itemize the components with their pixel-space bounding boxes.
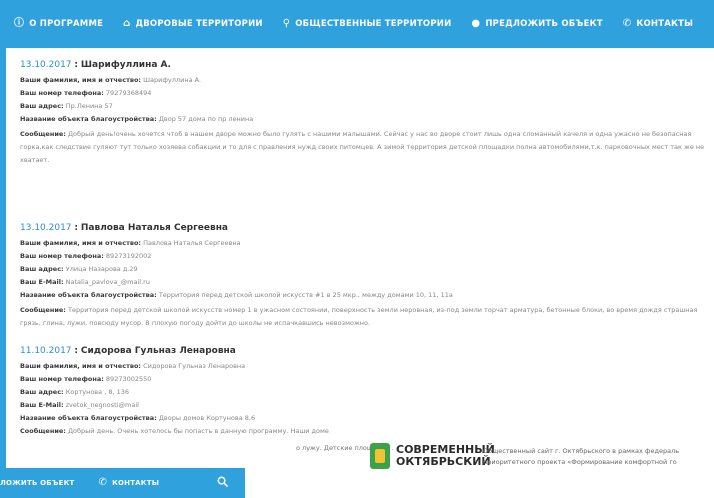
field-value: zvetok_negnosti@mail — [65, 401, 139, 409]
field-message: Сообщение: Территория перед детской школ… — [20, 304, 714, 330]
field-value: Natalia_pavlova_@mail.ru — [65, 278, 150, 286]
top-navigation: ⓘ О ПРОГРАММЕ ⌂ ДВОРОВЫЕ ТЕРРИТОРИИ ⚲ ОБ… — [0, 0, 714, 48]
field-object-name: Название объекта благоустройства: Террит… — [20, 291, 714, 300]
field-object-name: Название объекта благоустройства: Двор 5… — [20, 115, 714, 124]
field-value: 79279368494 — [105, 89, 152, 97]
site-description-line-1: Общественный сайт г. Октябрьского в рамк… — [483, 447, 680, 455]
field-value: Сидорова Гульназ Ленаровна — [143, 362, 246, 370]
field-object-name: Название объекта благоустройства: Дворы … — [20, 414, 714, 423]
field-value: 89273192002 — [105, 252, 152, 260]
entry-title: 13.10.2017 : Шарифуллина А. — [20, 60, 714, 70]
field-value: Территория перед детской школой искусств… — [20, 306, 698, 327]
entry-title: 11.10.2017 : Сидорова Гульназ Ленаровна — [20, 346, 714, 356]
site-logo[interactable]: СОВРЕМЕННЫЙ ОКТЯБРЬСКИЙ — [370, 441, 495, 471]
home-icon: ⌂ — [123, 18, 131, 29]
suggestions-list: 13.10.2017 : Шарифуллина А. Ваши фамилия… — [6, 48, 714, 468]
site-description-line-2: приоритетного проекта «Формирование комф… — [483, 458, 677, 466]
field-label: Сообщение: — [20, 306, 66, 314]
field-value: Территория перед детской школой искусств… — [158, 291, 453, 299]
entry-title: 13.10.2017 : Павлова Наталья Сергеевна — [20, 223, 714, 233]
entry-author: Павлова Наталья Сергеевна — [80, 223, 229, 233]
footer-navigation: ЛОЖИТЬ ОБЪЕКТ ✆ КОНТАКТЫ — [0, 468, 245, 498]
nav-yard-territories[interactable]: ⌂ ДВОРОВЫЕ ТЕРРИТОРИИ — [123, 18, 263, 30]
field-address: Ваш адрес: Кортунова , 8, 136 — [20, 388, 714, 397]
nav-about[interactable]: ⓘ О ПРОГРАММЕ — [14, 18, 104, 30]
logo-line-2: ОКТЯБРЬСКИЙ — [396, 455, 491, 468]
entry-separator: : — [74, 346, 79, 356]
field-label: Ваши фамилия, имя и отчество: — [20, 239, 142, 247]
footer-nav-suggest-object[interactable]: ЛОЖИТЬ ОБЪЕКТ — [0, 479, 74, 487]
nav-public-territories-label: ОБЩЕСТВЕННЫЕ ТЕРРИТОРИИ — [295, 19, 452, 29]
entry-date: 13.10.2017 — [20, 223, 72, 233]
entry-author: Шарифуллина А. — [80, 60, 171, 70]
field-label: Сообщение: — [20, 427, 66, 435]
info-icon: ⓘ — [14, 18, 25, 29]
field-value: Шарифуллина А. — [143, 76, 202, 84]
field-phone: Ваш номер телефона: 89273002550 — [20, 375, 714, 384]
entry-separator: : — [74, 223, 79, 233]
phone-icon: ✆ — [622, 18, 632, 29]
suggestion-entry: 11.10.2017 : Сидорова Гульназ Ленаровна … — [20, 346, 714, 436]
field-full-name: Ваши фамилия, имя и отчество: Сидорова Г… — [20, 362, 714, 371]
site-description: Общественный сайт г. Октябрьского в рамк… — [483, 446, 714, 468]
nav-contacts-label: КОНТАКТЫ — [636, 19, 694, 29]
field-label: Ваши фамилия, имя и отчество: — [20, 362, 142, 370]
footer-nav-contacts[interactable]: ✆ КОНТАКТЫ — [98, 478, 159, 488]
field-value: Павлова Наталья Сергеевна — [143, 239, 241, 247]
field-label: Ваш адрес: — [20, 102, 64, 110]
nav-contacts[interactable]: ✆ КОНТАКТЫ — [622, 18, 694, 30]
field-email: Ваш E-Mail: zvetok_negnosti@mail — [20, 401, 714, 410]
field-value: Пр.Ленина 57 — [65, 102, 113, 110]
nav-suggest-object-label: ПРЕДЛОЖИТЬ ОБЪЕКТ — [485, 19, 603, 29]
field-label: Ваш E-Mail: — [20, 401, 64, 409]
field-label: Название объекта благоустройства: — [20, 414, 157, 422]
field-label: Ваш номер телефона: — [20, 375, 104, 383]
nav-about-label: О ПРОГРАММЕ — [29, 19, 104, 29]
phone-icon: ✆ — [98, 477, 108, 488]
logo-text: СОВРЕМЕННЫЙ ОКТЯБРЬСКИЙ — [396, 444, 495, 468]
field-full-name: Ваши фамилия, имя и отчество: Павлова На… — [20, 239, 714, 248]
field-label: Сообщение: — [20, 130, 66, 138]
entry-date: 13.10.2017 — [20, 60, 72, 70]
footer-nav-suggest-object-label: ЛОЖИТЬ ОБЪЕКТ — [0, 479, 75, 487]
search-icon[interactable] — [217, 476, 229, 490]
field-label: Ваш номер телефона: — [20, 89, 104, 97]
field-address: Ваш адрес: Пр.Ленина 57 — [20, 102, 714, 111]
field-value: Добрый день!очень хочется чтоб в нашем д… — [20, 130, 705, 164]
field-value: Добрый день. Очень хотелось бы попасть в… — [67, 427, 329, 435]
entry-separator: : — [74, 60, 79, 70]
logo-emblem-icon — [370, 443, 390, 469]
entry-author: Сидорова Гульназ Ленаровна — [80, 346, 236, 356]
field-value: Кортунова , 8, 136 — [65, 388, 129, 396]
field-value: Двор 57 дома по пр ленина — [158, 115, 254, 123]
field-value: Улица Назарова д.29 — [65, 265, 138, 273]
field-message: Сообщение: Добрый день!очень хочется что… — [20, 128, 714, 167]
footer-info — [245, 468, 714, 498]
field-phone: Ваш номер телефона: 79279368494 — [20, 89, 714, 98]
field-value: 89273002550 — [105, 375, 152, 383]
field-label: Ваш адрес: — [20, 265, 64, 273]
nav-yard-territories-label: ДВОРОВЫЕ ТЕРРИТОРИИ — [135, 19, 263, 29]
footer-nav-contacts-label: КОНТАКТЫ — [112, 479, 160, 487]
field-label: Ваш номер телефона: — [20, 252, 104, 260]
entry-date: 11.10.2017 — [20, 346, 72, 356]
field-label: Ваш адрес: — [20, 388, 64, 396]
field-address: Ваш адрес: Улица Назарова д.29 — [20, 265, 714, 274]
field-label: Ваши фамилия, имя и отчество: — [20, 76, 142, 84]
field-label: Название объекта благоустройства: — [20, 291, 157, 299]
suggestion-entry: 13.10.2017 : Шарифуллина А. Ваши фамилия… — [20, 60, 714, 167]
location-pin-icon: ⚲ — [282, 18, 291, 29]
nav-suggest-object[interactable]: ● ПРЕДЛОЖИТЬ ОБЪЕКТ — [471, 18, 603, 30]
field-label: Название объекта благоустройства: — [20, 115, 157, 123]
field-full-name: Ваши фамилия, имя и отчество: Шарифуллин… — [20, 76, 714, 85]
field-email: Ваш E-Mail: Natalia_pavlova_@mail.ru — [20, 278, 714, 287]
field-phone: Ваш номер телефона: 89273192002 — [20, 252, 714, 261]
nav-public-territories[interactable]: ⚲ ОБЩЕСТВЕННЫЕ ТЕРРИТОРИИ — [282, 18, 452, 30]
chat-bubble-icon: ● — [471, 18, 481, 29]
field-label: Ваш E-Mail: — [20, 278, 64, 286]
field-message: Сообщение: Добрый день. Очень хотелось б… — [20, 427, 714, 436]
field-value: Дворы домов Кортунова 8,6 — [158, 414, 256, 422]
suggestion-entry: 13.10.2017 : Павлова Наталья Сергеевна В… — [20, 223, 714, 330]
